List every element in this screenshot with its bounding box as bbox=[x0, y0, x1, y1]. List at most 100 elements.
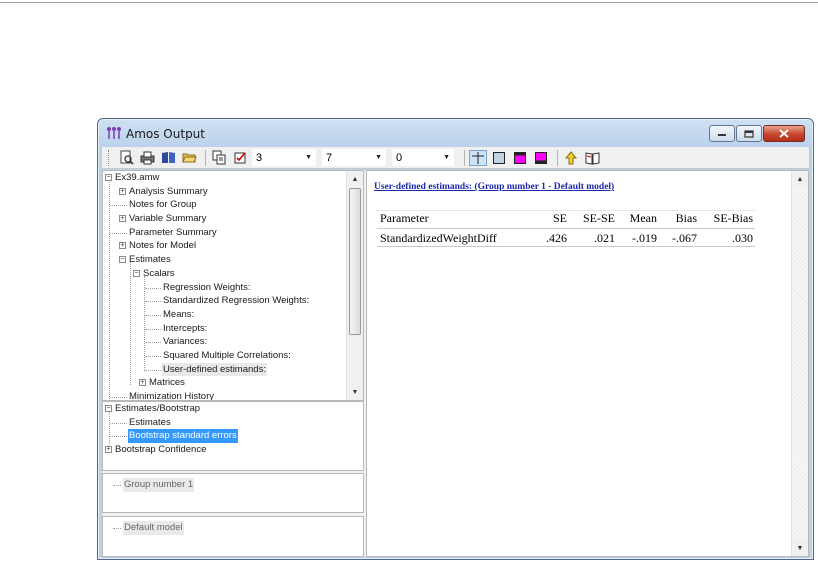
collapse-icon[interactable]: − bbox=[105, 405, 112, 412]
window-title: Amos Output bbox=[126, 127, 205, 141]
output-heading-link[interactable]: User-defined estimands: (Group number 1 … bbox=[374, 182, 614, 192]
tree-item-scalars[interactable]: − Scalars bbox=[103, 267, 348, 281]
options-button[interactable] bbox=[159, 150, 177, 166]
tree-connector bbox=[110, 232, 127, 234]
tree-connector bbox=[145, 342, 161, 344]
tree-item-minimization-history[interactable]: Minimization History bbox=[103, 390, 348, 400]
tree-item-group-number-1[interactable]: Group number 1 bbox=[103, 478, 363, 492]
column-header: Mean bbox=[617, 210, 659, 229]
toolbar-separator bbox=[205, 149, 206, 166]
table-cell: .021 bbox=[569, 228, 617, 247]
collapse-icon[interactable]: − bbox=[119, 256, 126, 264]
table-header-row: Parameter SE SE-SE Mean Bias SE-Bias bbox=[377, 210, 755, 229]
tree-connector bbox=[145, 287, 161, 289]
maximize-button[interactable] bbox=[736, 125, 762, 142]
tree-connector bbox=[113, 528, 121, 529]
client-area: − Ex39.amw + Analysis Summary Notes for … bbox=[102, 170, 809, 557]
tree-item-means[interactable]: Means: bbox=[103, 308, 348, 322]
decimals-combo[interactable]: 3 ▼ bbox=[252, 149, 316, 166]
toolbar-separator bbox=[557, 149, 558, 166]
expand-icon[interactable]: + bbox=[119, 187, 126, 195]
scroll-down-icon[interactable]: ▼ bbox=[792, 540, 808, 556]
copy-icon bbox=[212, 150, 225, 165]
tree-connector bbox=[110, 422, 127, 424]
expand-icon[interactable]: + bbox=[119, 242, 126, 250]
tree-connector bbox=[110, 205, 127, 207]
groups-pane[interactable]: Group number 1 bbox=[102, 473, 364, 513]
table-grid-icon bbox=[472, 151, 484, 164]
tree-connector bbox=[145, 355, 161, 357]
print-preview-button[interactable] bbox=[117, 150, 135, 166]
manual-button[interactable] bbox=[583, 150, 601, 166]
minimize-icon bbox=[718, 133, 726, 136]
tree-connector bbox=[145, 328, 161, 330]
expand-icon[interactable]: + bbox=[139, 379, 146, 387]
table-border-icon bbox=[493, 151, 505, 164]
tree-item-intercepts[interactable]: Intercepts: bbox=[103, 322, 348, 336]
tree-item-variances[interactable]: Variances: bbox=[103, 335, 348, 349]
tree-item-regression-weights[interactable]: Regression Weights: bbox=[103, 281, 348, 295]
checklist-icon bbox=[234, 152, 246, 164]
tree-item-standardized-regression-weights[interactable]: Standardized Regression Weights: bbox=[103, 294, 348, 308]
tree-item-parameter-summary[interactable]: Parameter Summary bbox=[103, 226, 348, 240]
chevron-down-icon: ▼ bbox=[305, 154, 312, 161]
column-header: SE-SE bbox=[569, 210, 617, 229]
column-header: Bias bbox=[659, 210, 699, 229]
expand-icon[interactable]: + bbox=[105, 446, 112, 454]
tree-item-analysis-summary[interactable]: + Analysis Summary bbox=[103, 185, 348, 199]
tree-item-variable-summary[interactable]: + Variable Summary bbox=[103, 212, 348, 226]
print-button[interactable] bbox=[138, 150, 156, 166]
gridlines-button[interactable] bbox=[469, 149, 487, 166]
title-bar[interactable]: Amos Output bbox=[98, 119, 813, 147]
models-pane[interactable]: Default model bbox=[102, 516, 364, 557]
scroll-up-icon[interactable]: ▲ bbox=[792, 171, 808, 187]
scroll-thumb[interactable] bbox=[349, 188, 361, 335]
tree-item-default-model[interactable]: Default model bbox=[103, 521, 363, 535]
navigation-tree-pane[interactable]: − Ex39.amw + Analysis Summary Notes for … bbox=[102, 170, 364, 401]
maximize-icon bbox=[744, 129, 754, 138]
table-cell: -.019 bbox=[617, 228, 659, 247]
collapse-icon[interactable]: − bbox=[105, 174, 112, 181]
tree-item-bootstrap-confidence[interactable]: + Bootstrap Confidence bbox=[103, 443, 348, 457]
column-header: SE-Bias bbox=[699, 210, 755, 229]
table-row: StandardizedWeightDiff .426 .021 -.019 -… bbox=[377, 228, 755, 247]
tree-item-user-defined-estimands[interactable]: User-defined estimands: bbox=[103, 362, 348, 377]
arrow-up-icon bbox=[564, 150, 578, 164]
copy-button[interactable] bbox=[210, 150, 228, 166]
tree-item-notes-for-group[interactable]: Notes for Group bbox=[103, 198, 348, 212]
cell-color-button[interactable] bbox=[532, 150, 550, 166]
tree-item-bootstrap-estimates[interactable]: Estimates bbox=[103, 416, 348, 430]
window-controls bbox=[709, 125, 805, 143]
tree-scrollbar[interactable]: ▲ ▼ bbox=[346, 171, 363, 400]
output-scrollbar[interactable]: ▲ ▼ bbox=[791, 171, 808, 556]
tree-item-matrices[interactable]: + Matrices bbox=[103, 376, 348, 390]
output-pane[interactable]: User-defined estimands: (Group number 1 … bbox=[366, 170, 809, 557]
column-spacing-combo[interactable]: 7 ▼ bbox=[322, 149, 386, 166]
header-color-button[interactable] bbox=[511, 150, 529, 166]
tree-item-notes-for-model[interactable]: + Notes for Model bbox=[103, 239, 348, 253]
collapse-icon[interactable]: − bbox=[133, 269, 140, 277]
toolbar-separator bbox=[464, 149, 465, 166]
view-text-button[interactable] bbox=[231, 150, 249, 166]
decimals-value: 3 bbox=[256, 151, 263, 164]
table-width-combo[interactable]: 0 ▼ bbox=[392, 149, 454, 166]
minimize-button[interactable] bbox=[709, 125, 735, 142]
table-border-button[interactable] bbox=[490, 150, 508, 166]
toolbar: 3 ▼ 7 ▼ 0 ▼ bbox=[102, 147, 809, 169]
expand-icon[interactable]: + bbox=[119, 215, 126, 223]
toolbar-grip[interactable] bbox=[108, 149, 111, 166]
tree-connector bbox=[110, 397, 127, 398]
scroll-up-icon[interactable]: ▲ bbox=[347, 171, 363, 187]
help-button[interactable] bbox=[562, 150, 580, 166]
tree-item-bootstrap-standard-errors[interactable]: Bootstrap standard errors bbox=[103, 429, 348, 444]
open-button[interactable] bbox=[180, 150, 198, 166]
bootstrap-pane[interactable]: − Estimates/Bootstrap Estimates Bootstra… bbox=[102, 401, 364, 471]
close-button[interactable] bbox=[763, 125, 805, 142]
scroll-down-icon[interactable]: ▼ bbox=[347, 384, 363, 400]
tree-item-root[interactable]: − Ex39.amw bbox=[103, 171, 348, 185]
chevron-down-icon: ▼ bbox=[443, 154, 450, 161]
tree-item-estimates-bootstrap[interactable]: − Estimates/Bootstrap bbox=[103, 402, 348, 416]
tree-item-squared-multiple-correlations[interactable]: Squared Multiple Correlations: bbox=[103, 349, 348, 363]
table-cell: .030 bbox=[699, 228, 755, 247]
tree-item-estimates[interactable]: − Estimates bbox=[103, 253, 348, 267]
